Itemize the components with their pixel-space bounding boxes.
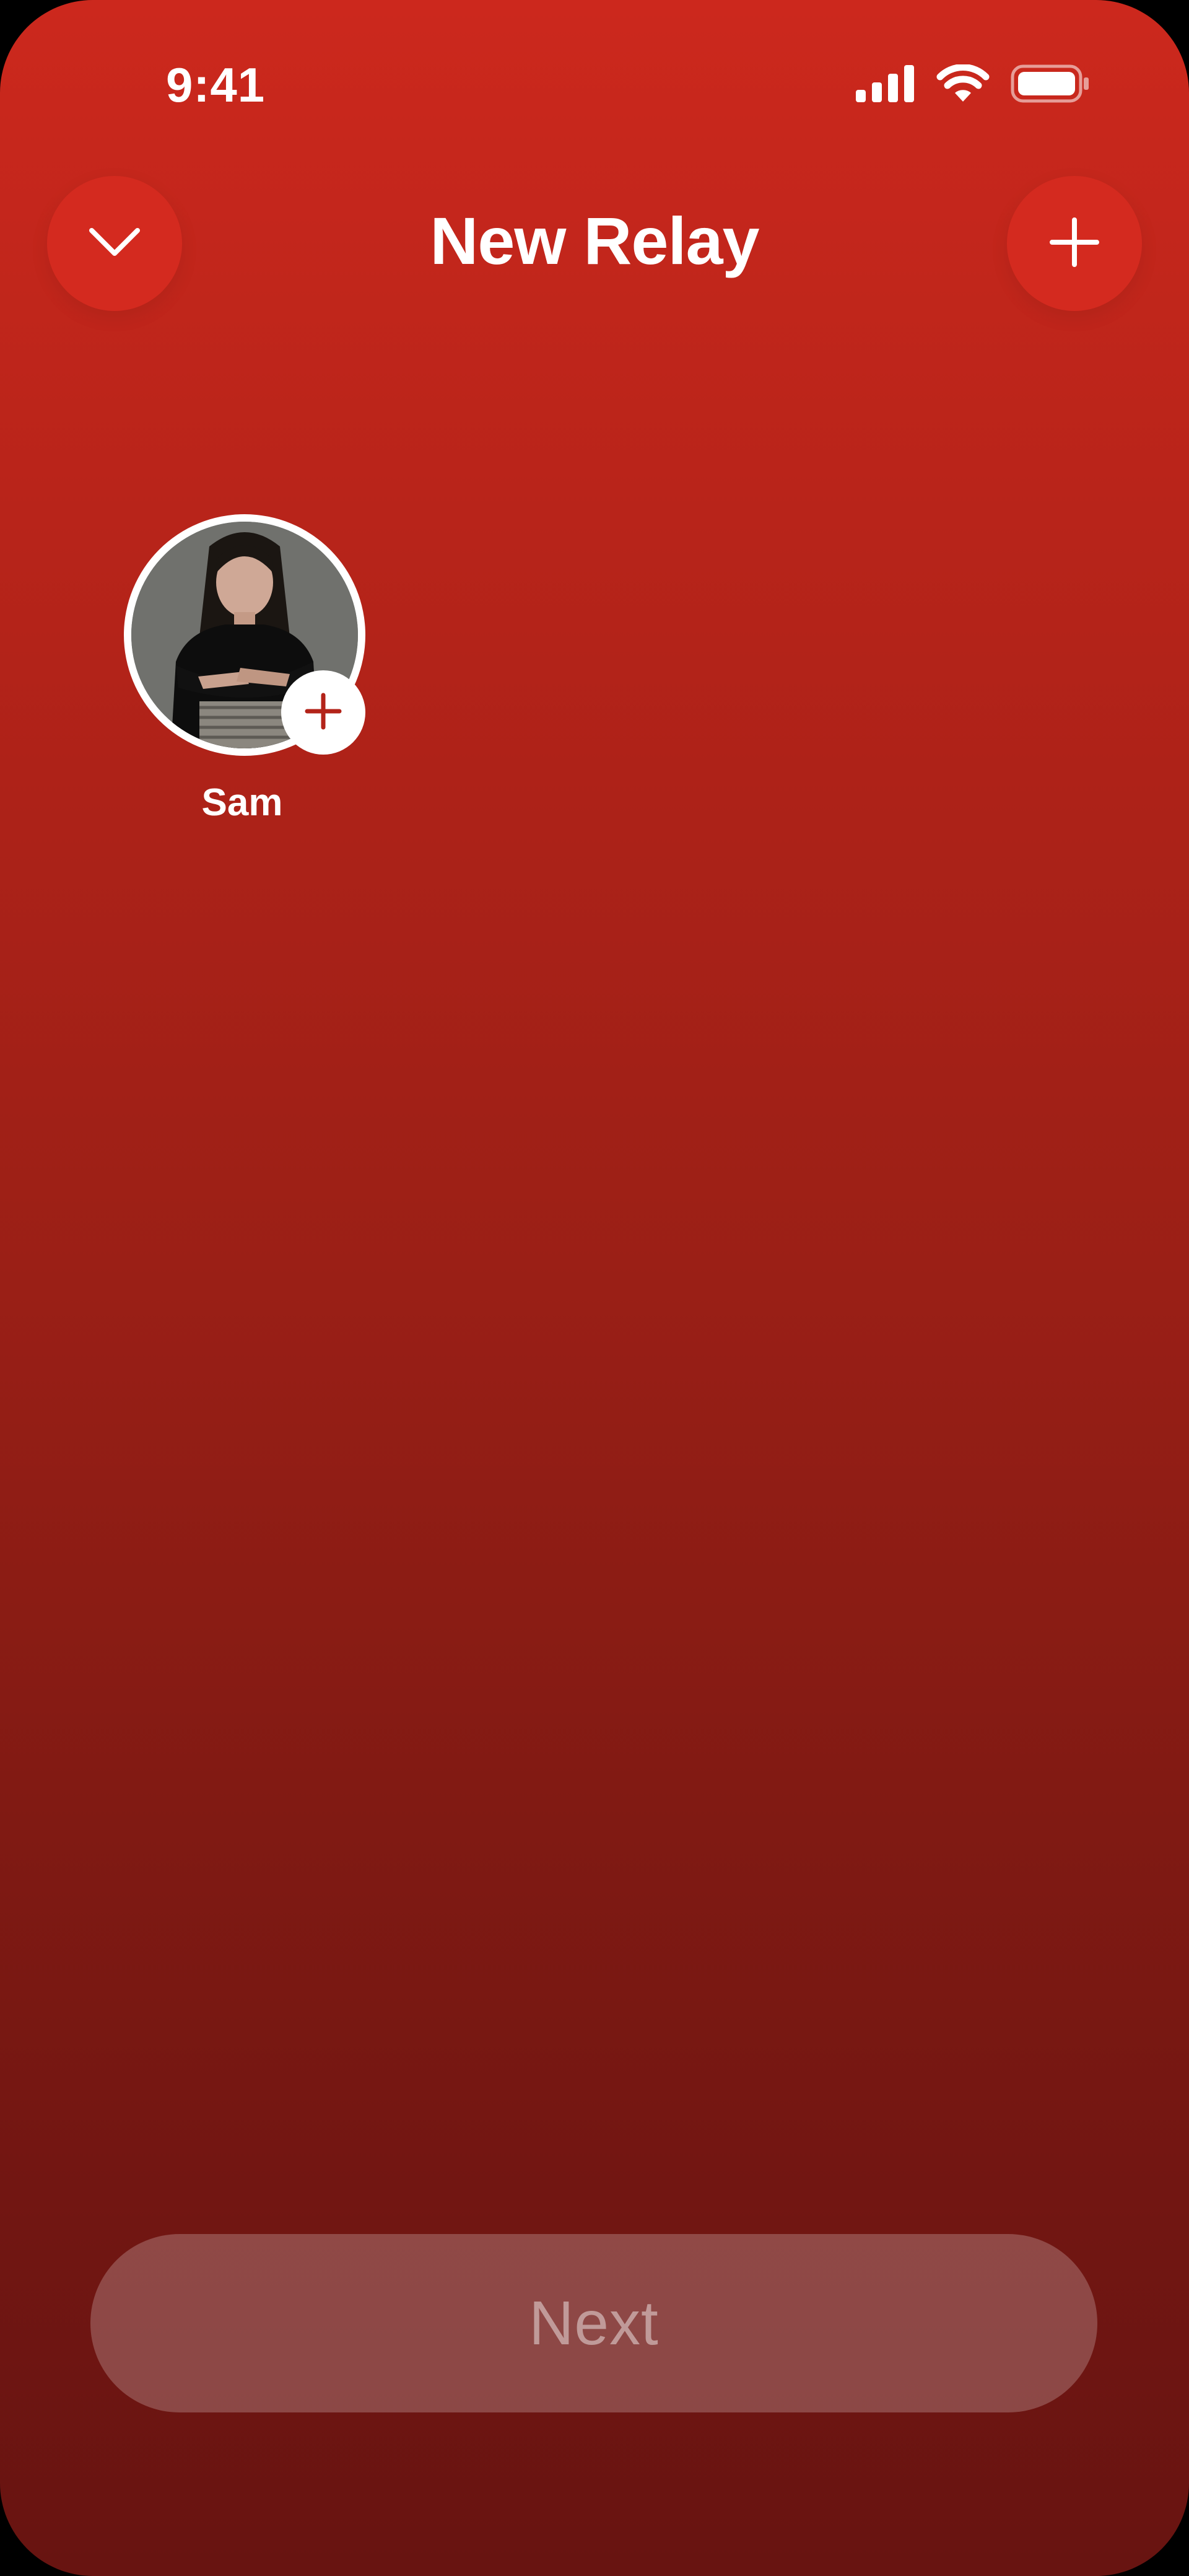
signal-icon	[856, 65, 915, 105]
status-time: 9:41	[166, 58, 266, 112]
plus-icon	[303, 691, 343, 734]
wifi-icon	[936, 64, 990, 106]
add-contact-badge[interactable]	[281, 670, 365, 755]
next-button[interactable]: Next	[90, 2234, 1097, 2412]
contact-item[interactable]: Sam	[121, 513, 369, 835]
status-bar: 9:41	[0, 0, 1189, 173]
plus-icon	[1050, 217, 1099, 270]
app-screen: 9:41 New Relay Sam Next	[0, 0, 1189, 2576]
battery-icon	[1011, 64, 1090, 106]
contact-name: Sam	[201, 781, 283, 824]
status-icons	[856, 64, 1090, 106]
next-button-label: Next	[529, 2288, 659, 2358]
add-button[interactable]	[1007, 176, 1142, 311]
